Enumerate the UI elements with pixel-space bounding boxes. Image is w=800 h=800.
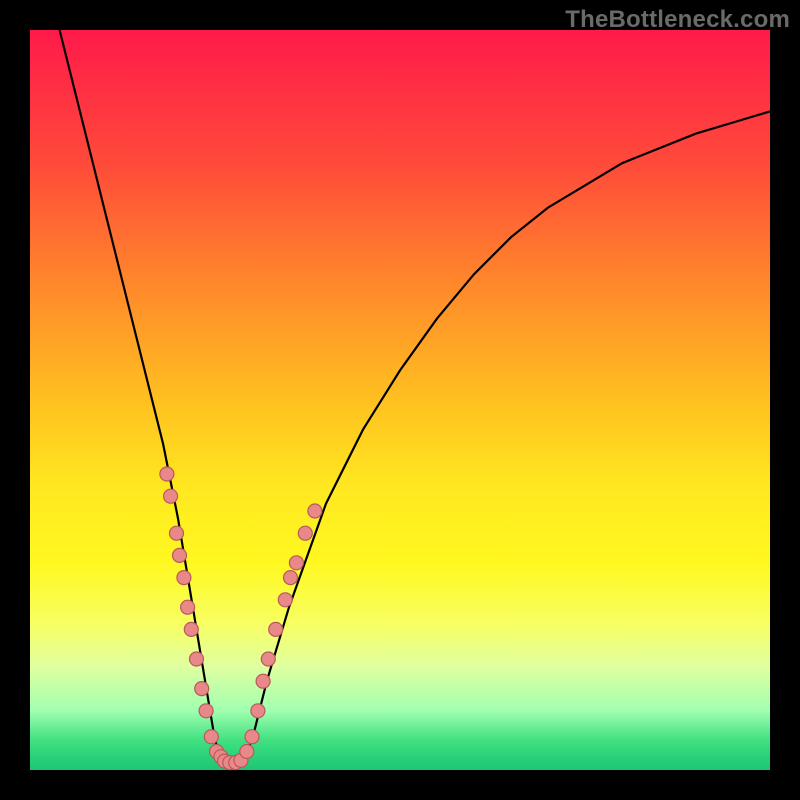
bottleneck-curve [60, 30, 770, 763]
data-point [173, 548, 187, 562]
data-point [170, 526, 184, 540]
data-point [195, 682, 209, 696]
data-markers [160, 467, 322, 770]
data-point [269, 622, 283, 636]
data-point [240, 745, 254, 759]
data-point [284, 571, 298, 585]
chart-container: TheBottleneck.com [0, 0, 800, 800]
data-point [164, 489, 178, 503]
data-point [289, 556, 303, 570]
data-point [278, 593, 292, 607]
plot-area [30, 30, 770, 770]
data-point [177, 571, 191, 585]
data-point [251, 704, 265, 718]
data-point [308, 504, 322, 518]
data-point [261, 652, 275, 666]
data-point [298, 526, 312, 540]
data-point [160, 467, 174, 481]
data-point [181, 600, 195, 614]
data-point [190, 652, 204, 666]
attribution-text: TheBottleneck.com [565, 6, 790, 34]
curve-svg [30, 30, 770, 770]
data-point [204, 730, 218, 744]
data-point [245, 730, 259, 744]
data-point [199, 704, 213, 718]
data-point [184, 622, 198, 636]
data-point [256, 674, 270, 688]
